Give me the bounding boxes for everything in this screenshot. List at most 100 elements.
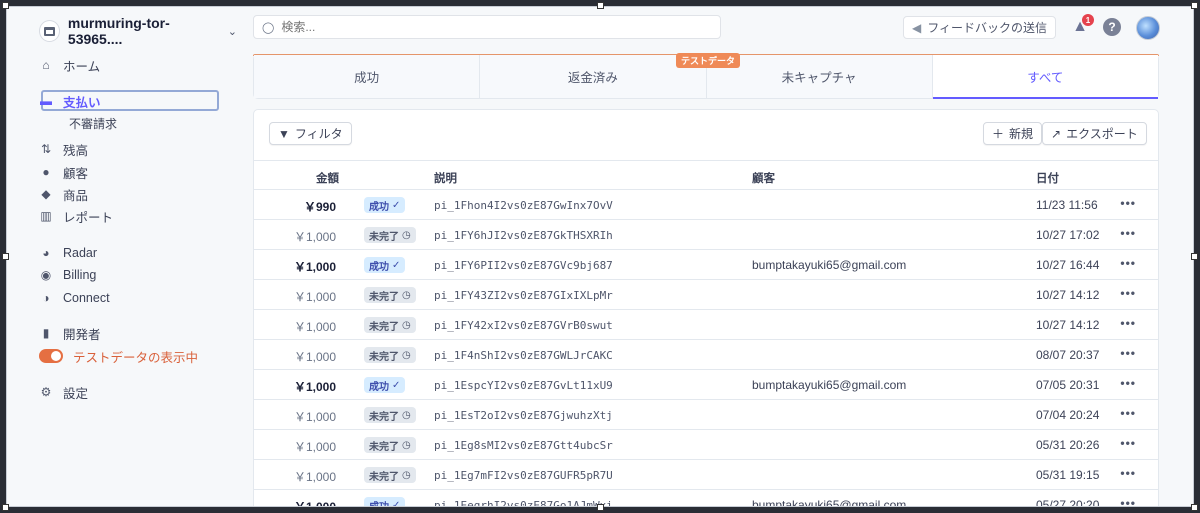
sidebar-item-developers[interactable]: ▮ 開発者 — [39, 323, 101, 343]
search-box[interactable]: ◯ — [253, 15, 721, 39]
more-options-icon[interactable]: ••• — [1120, 496, 1136, 506]
status-label: 未完了 — [369, 471, 399, 483]
date-cell: 10/27 17:02 — [1036, 228, 1100, 242]
tab-label: 未キャプチャ — [781, 71, 857, 85]
column-header-customer[interactable]: 顧客 — [752, 170, 775, 186]
table-row[interactable]: ￥1,000 未完了 ◷ pi_1FY6hJI2vs0zE87GkTHSXRIh 10/… — [254, 220, 1158, 250]
status-label: 成功 — [369, 201, 389, 213]
tab-uncaptured[interactable]: 未キャプチャ — [706, 55, 933, 98]
table-header: 金額 説明 顧客 日付 — [254, 160, 1158, 190]
sidebar-item-billing[interactable]: ◉ Billing — [39, 265, 97, 285]
new-label: 新規 — [1009, 127, 1034, 141]
status-badge: 未完了 ◷ — [364, 317, 416, 333]
column-header-date[interactable]: 日付 — [1036, 170, 1059, 186]
payments-panel: ▼ フィルタ ＋ 新規 ↗ エクスポート 金額 説明 顧客 日付 ￥990 成功 ✓… — [253, 109, 1159, 507]
table-row[interactable]: ￥1,000 成功 ✓ pi_1EspcYI2vs0zE87GvLt11xU9 bump… — [254, 370, 1158, 400]
amount-cell: ￥1,000 — [293, 500, 336, 507]
avatar[interactable] — [1136, 16, 1160, 40]
sidebar-item-balance[interactable]: ⇅ 残高 — [39, 139, 88, 159]
table-row[interactable]: ￥1,000 成功 ✓ pi_1EegrhI2vs0zE87Go1AJmWxi bump… — [254, 490, 1158, 507]
help-button[interactable]: ? — [1103, 18, 1121, 36]
sidebar-item-payments[interactable]: ▬ 支払い — [39, 91, 101, 111]
sidebar-item-label: Radar — [63, 246, 98, 260]
selection-handle — [2, 504, 9, 511]
more-options-icon[interactable]: ••• — [1120, 316, 1136, 330]
more-options-icon[interactable]: ••• — [1120, 406, 1136, 420]
status-label: 未完了 — [369, 411, 399, 423]
sidebar-item-home[interactable]: ⌂ ホーム — [39, 55, 100, 75]
bar-chart-icon: ▥ — [40, 209, 52, 223]
sidebar: murmuring-tor-53965.... ⌄ ⌂ ホーム ▬ 支払い 不審… — [7, 7, 237, 506]
table-row[interactable]: ￥1,000 成功 ✓ pi_1FY6PII2vs0zE87GVc9bj687 bump… — [254, 250, 1158, 280]
new-button[interactable]: ＋ 新規 — [983, 122, 1043, 145]
checkmark-icon: ✓ — [392, 499, 401, 507]
customer-cell: bumptakayuki65@gmail.com — [752, 258, 907, 272]
sidebar-subitem-disputes[interactable]: 不審請求 — [69, 115, 117, 132]
column-header-amount[interactable]: 金額 — [316, 170, 339, 186]
gear-icon: ⚙ — [40, 385, 52, 399]
feedback-button[interactable]: ◀ フィードバックの送信 — [903, 16, 1056, 39]
more-options-icon[interactable]: ••• — [1120, 226, 1136, 240]
more-options-icon[interactable]: ••• — [1120, 376, 1136, 390]
box-icon: ◆ — [41, 187, 51, 201]
selection-handle — [2, 253, 9, 260]
search-input[interactable] — [281, 20, 702, 34]
sidebar-item-label: Connect — [63, 291, 110, 305]
table-row[interactable]: ￥990 成功 ✓ pi_1Fhon4I2vs0zE87GwInx7OvV 11/23 … — [254, 190, 1158, 220]
status-badge: 成功 ✓ — [364, 377, 406, 393]
table-row[interactable]: ￥1,000 未完了 ◷ pi_1FY42xI2vs0zE87GVrB0swut 10/… — [254, 310, 1158, 340]
more-options-icon[interactable]: ••• — [1120, 256, 1136, 270]
description-cell: pi_1FY6hJI2vs0zE87GkTHSXRIh — [434, 229, 613, 242]
help-icon: ? — [1108, 20, 1116, 34]
notifications-button[interactable]: ▲ 1 — [1070, 14, 1094, 37]
sidebar-item-customers[interactable]: ● 顧客 — [39, 162, 88, 182]
plus-icon: ＋ — [992, 127, 1005, 141]
date-cell: 11/23 11:56 — [1036, 198, 1098, 212]
status-badge: 未完了 ◷ — [364, 407, 416, 423]
sidebar-item-label: テストデータの表示中 — [73, 350, 199, 365]
tab-all[interactable]: すべて — [932, 55, 1159, 99]
filter-button[interactable]: ▼ フィルタ — [269, 122, 352, 145]
column-header-description[interactable]: 説明 — [434, 170, 457, 186]
account-name: murmuring-tor-53965.... — [67, 15, 170, 47]
export-label: エクスポート — [1066, 127, 1138, 141]
sidebar-item-label: 商品 — [63, 188, 89, 203]
notification-badge: 1 — [1082, 14, 1094, 26]
more-options-icon[interactable]: ••• — [1120, 466, 1136, 480]
table-row[interactable]: ￥1,000 未完了 ◷ pi_1EsT2oI2vs0zE87GjwuhzXtj 07/… — [254, 400, 1158, 430]
table-row[interactable]: ￥1,000 未完了 ◷ pi_1Eg8sMI2vs0zE87Gtt4ubcSr 05/… — [254, 430, 1158, 460]
date-cell: 10/27 16:44 — [1036, 258, 1100, 272]
amount-cell: ￥1,000 — [293, 260, 336, 274]
sidebar-item-label: 設定 — [63, 386, 89, 401]
sidebar-item-products[interactable]: ◆ 商品 — [39, 184, 88, 204]
test-data-toggle[interactable]: テストデータの表示中 — [39, 346, 198, 366]
more-options-icon[interactable]: ••• — [1120, 346, 1136, 360]
tab-refunded[interactable]: 返金済み — [480, 55, 707, 98]
app-window: murmuring-tor-53965.... ⌄ ⌂ ホーム ▬ 支払い 不審… — [6, 6, 1194, 507]
status-badge: 成功 ✓ — [364, 257, 406, 273]
table-row[interactable]: ￥1,000 未完了 ◷ pi_1FY43ZI2vs0zE87GIxIXLpMr 10/… — [254, 280, 1158, 310]
sidebar-item-connect[interactable]: ◑ Connect — [39, 288, 110, 308]
clock-icon: ◷ — [402, 229, 411, 241]
clock-icon: ◷ — [402, 319, 411, 331]
toggle-switch[interactable] — [39, 349, 63, 363]
sidebar-item-reports[interactable]: ▥ レポート — [39, 206, 113, 226]
more-options-icon[interactable]: ••• — [1120, 196, 1136, 210]
filter-label: フィルタ — [294, 127, 343, 141]
export-button[interactable]: ↗ エクスポート — [1042, 122, 1147, 145]
table-row[interactable]: ￥1,000 未完了 ◷ pi_1Eg7mFI2vs0zE87GUFR5pR7U 05/… — [254, 460, 1158, 490]
table-row[interactable]: ￥1,000 未完了 ◷ pi_1F4nShI2vs0zE87GWLJrCAKC 08/… — [254, 340, 1158, 370]
connect-icon: ◑ — [42, 291, 50, 305]
sidebar-item-radar[interactable]: ◕ Radar — [39, 243, 97, 263]
radar-icon: ◕ — [42, 246, 50, 260]
sidebar-item-settings[interactable]: ⚙ 設定 — [39, 382, 88, 402]
megaphone-icon: ◀ — [912, 20, 922, 35]
account-switcher[interactable]: murmuring-tor-53965.... ⌄ — [39, 15, 237, 47]
filter-icon: ▼ — [278, 126, 290, 141]
more-options-icon[interactable]: ••• — [1120, 286, 1136, 300]
chevron-down-icon: ⌄ — [227, 25, 237, 38]
more-options-icon[interactable]: ••• — [1120, 436, 1136, 450]
status-badge: 成功 ✓ — [364, 497, 406, 507]
selection-handle — [1191, 504, 1198, 511]
tab-succeeded[interactable]: 成功 — [254, 55, 481, 98]
